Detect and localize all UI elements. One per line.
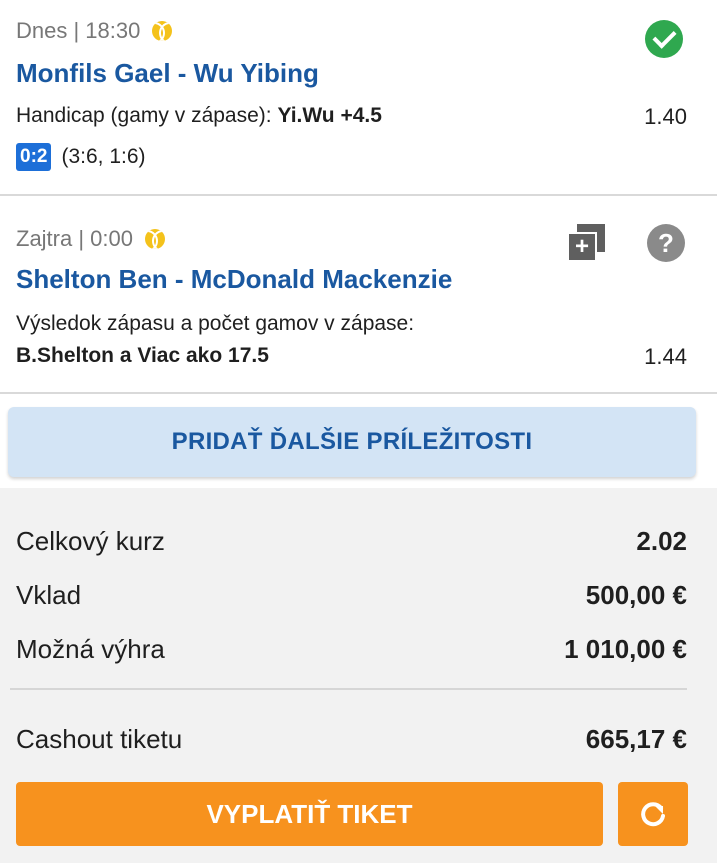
bet-odds: 1.40 [644, 104, 687, 129]
stake-row: Vklad 500,00 € [16, 580, 687, 611]
divider [10, 688, 687, 690]
bet-date: Dnes | 18:30 [16, 18, 141, 43]
potential-win-row: Možná výhra 1 010,00 € [16, 634, 687, 665]
total-odds-row: Celkový kurz 2.02 [16, 526, 687, 557]
stake-value: 500,00 € [585, 580, 687, 610]
bet-meta: Dnes | 18:30 [16, 18, 173, 44]
tennis-ball-icon [145, 229, 165, 249]
stake-label: Vklad [16, 580, 82, 610]
bet-item[interactable]: Zajtra | 0:00 + ? Shelton Ben - McDonald… [0, 198, 717, 394]
potential-win-label: Možná výhra [16, 634, 165, 664]
market-label: Handicap (gamy v zápase): [16, 104, 272, 127]
help-icon[interactable]: ? [647, 224, 685, 262]
bet-date: Zajtra | 0:00 [16, 226, 133, 251]
check-circle-icon [645, 20, 683, 58]
market-line: Handicap (gamy v zápase): Yi.Wu +4.5 [16, 104, 382, 128]
bet-odds: 1.44 [644, 344, 687, 369]
market-label: Výsledok zápasu a počet gamov v zápase: [16, 312, 415, 335]
refresh-button[interactable] [618, 782, 688, 846]
match-title[interactable]: Shelton Ben - McDonald Mackenzie [16, 264, 452, 295]
selection: B.Shelton a Viac ako 17.5 [16, 344, 269, 367]
match-title[interactable]: Monfils Gael - Wu Yibing [16, 58, 319, 89]
set-scores: (3:6, 1:6) [61, 145, 146, 168]
cashout-label: Cashout tiketu [16, 724, 183, 754]
payout-ticket-button[interactable]: VYPLATIŤ TIKET [16, 782, 603, 846]
bet-item[interactable]: Dnes | 18:30 Monfils Gael - Wu Yibing Ha… [0, 0, 717, 196]
cashout-row: Cashout tiketu 665,17 € [16, 724, 687, 755]
cashout-value: 665,17 € [585, 724, 687, 754]
potential-win-value: 1 010,00 € [564, 634, 687, 664]
tennis-ball-icon [152, 21, 173, 41]
bet-meta: Zajtra | 0:00 [16, 226, 165, 252]
score-row: 0:2 (3:6, 1:6) [16, 143, 146, 171]
total-odds-value: 2.02 [636, 526, 687, 556]
score-badge: 0:2 [16, 143, 52, 171]
total-odds-label: Celkový kurz [16, 526, 165, 556]
refresh-icon [641, 802, 665, 827]
ticket-summary: Celkový kurz 2.02 Vklad 500,00 € Možná v… [0, 488, 717, 863]
add-more-opportunities-button[interactable]: PRIDAŤ ĎALŠIE PRÍLEŽITOSTI [8, 407, 696, 477]
copy-add-icon[interactable]: + [569, 224, 605, 260]
selection: Yi.Wu +4.5 [277, 104, 382, 127]
